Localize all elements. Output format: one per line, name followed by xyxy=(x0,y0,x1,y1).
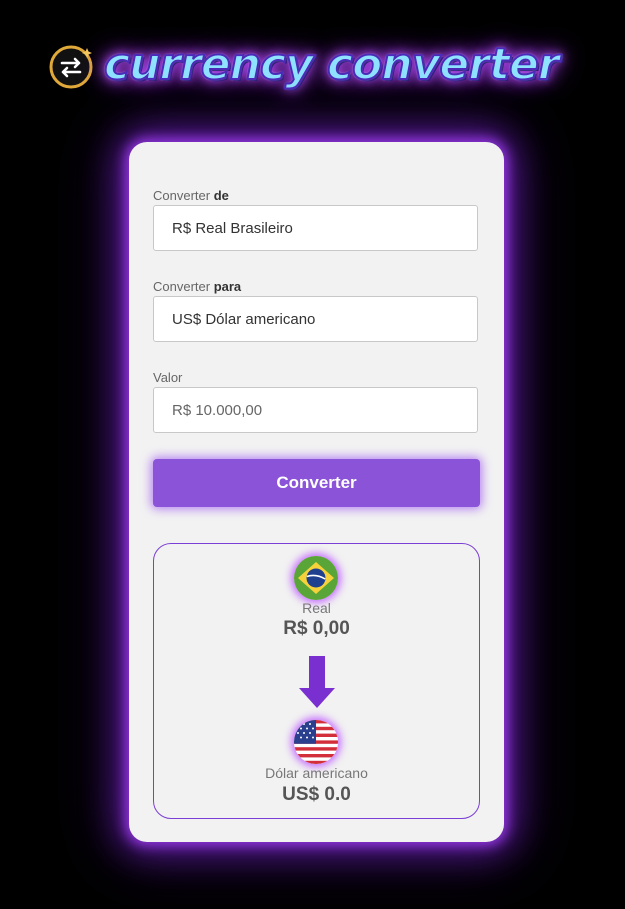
converter-card: Converter de R$ Real Brasileiro Converte… xyxy=(129,142,504,842)
app-title: currency converter xyxy=(103,38,560,91)
conversion-result-panel: Real R$ 0,00 Dólar americano US$ 0.0 xyxy=(153,543,480,819)
target-amount: US$ 0.0 xyxy=(282,784,351,805)
app-header: currency converter xyxy=(48,36,588,100)
to-currency-select[interactable]: US$ Dólar americano xyxy=(153,296,478,342)
to-currency-label: Converter para xyxy=(153,279,242,294)
target-currency-name: Dólar americano xyxy=(265,765,368,781)
amount-label: Valor xyxy=(153,370,183,385)
from-currency-select[interactable]: R$ Real Brasileiro xyxy=(153,205,478,251)
arrow-down-icon xyxy=(299,656,335,708)
usa-flag-icon xyxy=(294,720,338,764)
convert-button[interactable]: Converter xyxy=(153,459,480,507)
source-amount: R$ 0,00 xyxy=(283,618,350,639)
amount-input[interactable]: R$ 10.000,00 xyxy=(153,387,478,433)
currency-exchange-icon xyxy=(49,45,93,89)
from-currency-label: Converter de xyxy=(153,188,229,203)
brazil-flag-icon xyxy=(294,556,338,600)
source-currency-name: Real xyxy=(302,600,331,616)
